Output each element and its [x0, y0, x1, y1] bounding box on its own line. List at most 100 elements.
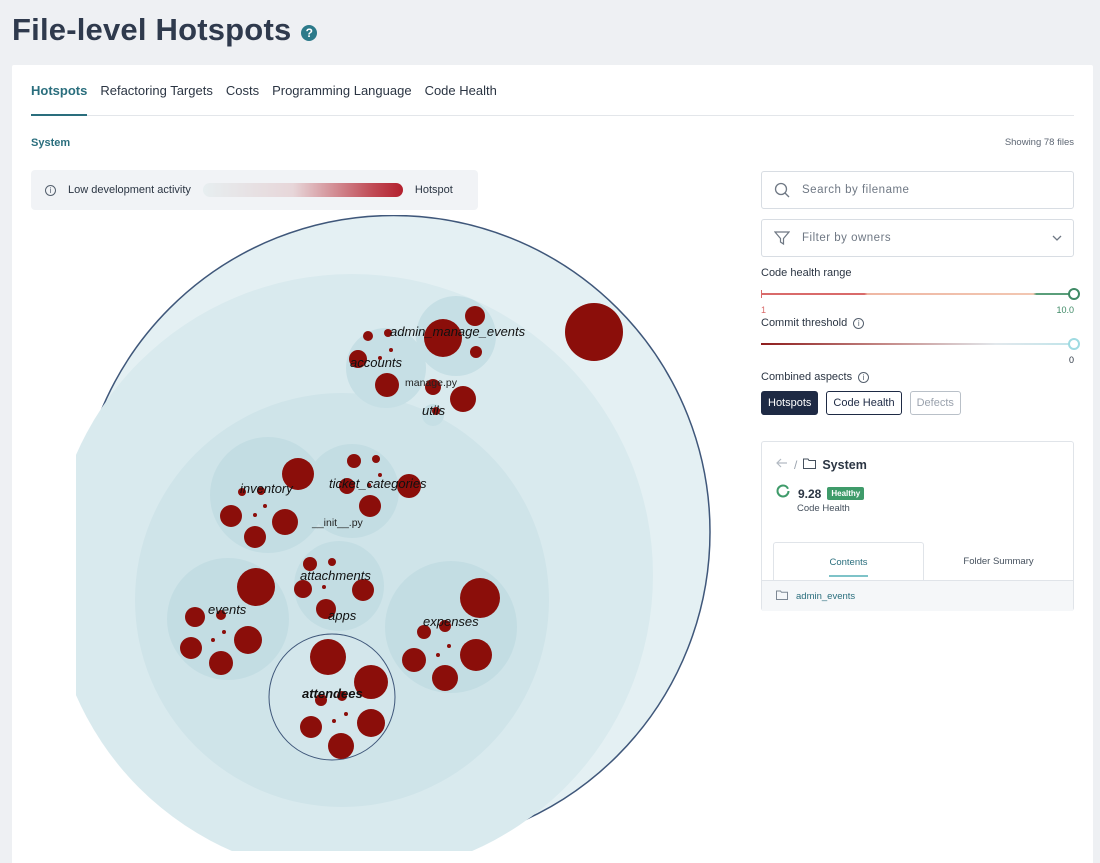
hotspot-file[interactable]: [234, 626, 262, 654]
tab-costs[interactable]: Costs: [226, 65, 259, 116]
hotspot-file[interactable]: [470, 346, 482, 358]
hotspot-file[interactable]: [322, 585, 326, 589]
folder-label: expenses: [423, 614, 479, 629]
folder-label: attendees: [302, 686, 363, 701]
range-max-handle[interactable]: [1068, 288, 1080, 300]
hotspot-file[interactable]: [363, 331, 373, 341]
tab-contents[interactable]: Contents: [773, 542, 924, 580]
breadcrumb-system[interactable]: System: [31, 137, 70, 149]
breadcrumb-separator: /: [794, 457, 798, 472]
code-health-range-slider[interactable]: 1 10.0: [761, 285, 1080, 315]
tab-code-health[interactable]: Code Health: [425, 65, 497, 116]
hotspot-file[interactable]: [436, 653, 440, 657]
code-health-score: 9.28 Healthy: [776, 484, 865, 503]
hotspot-file[interactable]: [185, 607, 205, 627]
hotspot-file[interactable]: [253, 513, 257, 517]
hotspot-file[interactable]: [447, 644, 451, 648]
commit-threshold-text: Commit threshold: [761, 317, 848, 329]
page-title-text: File-level Hotspots: [12, 12, 292, 47]
help-icon[interactable]: ?: [301, 25, 318, 41]
tab-refactoring-targets[interactable]: Refactoring Targets: [100, 65, 213, 116]
folder-label: accounts: [350, 355, 403, 370]
hotspot-file[interactable]: [328, 558, 336, 566]
status-badge: Healthy: [827, 487, 865, 500]
folder-label: ticket_categories: [329, 476, 427, 491]
owners-filter[interactable]: Filter by owners: [761, 219, 1074, 257]
info-icon[interactable]: i: [45, 184, 56, 196]
code-health-range-text: Code health range: [761, 267, 852, 279]
hotspot-file[interactable]: [211, 638, 215, 642]
hotspot-file[interactable]: [237, 568, 275, 606]
filter-panel: Search by filename Filter by owners Code…: [761, 171, 1080, 611]
combined-aspects-label: Combined aspects i: [761, 371, 1074, 383]
back-arrow-icon[interactable]: [776, 457, 788, 472]
card-tabs: Contents Folder Summary: [773, 542, 1073, 580]
commit-threshold-label: Commit threshold i: [761, 317, 1074, 329]
legend-low-label: Low development activity: [68, 184, 191, 196]
hotspot-file[interactable]: [300, 716, 322, 738]
hotspot-file[interactable]: [310, 639, 346, 675]
hotspot-file[interactable]: [460, 578, 500, 618]
aspect-hotspots-button[interactable]: Hotspots: [761, 391, 819, 415]
hotspot-file[interactable]: [209, 651, 233, 675]
file-label: manage.py: [405, 377, 458, 389]
hotspot-file[interactable]: [465, 306, 485, 326]
hotspot-file[interactable]: [402, 648, 426, 672]
folder-label: utils: [422, 403, 446, 418]
folder-label: attachments: [300, 568, 371, 583]
hotspot-file[interactable]: [565, 303, 623, 361]
hotspot-file[interactable]: [180, 637, 202, 659]
chevron-down-icon[interactable]: [1051, 232, 1063, 247]
commit-threshold-track[interactable]: [761, 343, 1074, 345]
hotspot-file[interactable]: [347, 454, 361, 468]
hotspot-file[interactable]: [328, 733, 354, 759]
file-label: __init__.py: [311, 517, 364, 529]
code-health-track[interactable]: [761, 293, 1074, 295]
tab-folder-summary-label: Folder Summary: [963, 556, 1034, 567]
folder-label: admin_manage_events: [390, 324, 526, 339]
combined-aspects-toggles: Hotspots Code Health Defects: [761, 391, 1074, 415]
hotspot-file[interactable]: [460, 639, 492, 671]
tab-programming-language[interactable]: Programming Language: [272, 65, 411, 116]
hotspot-file[interactable]: [244, 526, 266, 548]
folder-name: admin_events: [796, 590, 856, 602]
hotspot-file[interactable]: [222, 630, 226, 634]
search-placeholder: Search by filename: [802, 184, 910, 196]
info-icon[interactable]: i: [853, 317, 865, 329]
commit-threshold-value: 0: [1068, 355, 1074, 365]
hotspot-file[interactable]: [389, 348, 393, 352]
health-ring-icon: [776, 484, 790, 503]
range-max-value: 10.0: [1056, 305, 1074, 315]
code-health-caption: Code Health: [797, 503, 850, 514]
hotspot-file[interactable]: [450, 386, 476, 412]
hotspot-file[interactable]: [375, 373, 399, 397]
filter-icon: [762, 230, 802, 246]
tab-contents-label: Contents: [829, 557, 868, 577]
system-summary-card: / System 9.28 Healthy Code Health Conten…: [761, 441, 1074, 611]
hotspot-file[interactable]: [344, 712, 348, 716]
hotspot-circle-pack[interactable]: admin_manage_events accounts utils inven…: [76, 215, 711, 851]
legend-gradient: [202, 183, 403, 197]
activity-legend: i Low development activity Hotspot: [31, 170, 478, 210]
aspect-code-health-button[interactable]: Code Health: [826, 391, 902, 415]
commit-threshold-slider[interactable]: 0: [761, 335, 1080, 365]
folder-icon: [776, 590, 788, 603]
info-icon[interactable]: i: [858, 371, 870, 383]
tab-hotspots[interactable]: Hotspots: [31, 65, 88, 116]
tab-folder-summary[interactable]: Folder Summary: [924, 542, 1073, 580]
hotspot-file[interactable]: [332, 719, 336, 723]
range-min-handle[interactable]: [761, 290, 762, 298]
search-field[interactable]: Search by filename: [761, 171, 1074, 209]
hotspot-file[interactable]: [272, 509, 298, 535]
hotspot-file[interactable]: [220, 505, 242, 527]
list-item[interactable]: admin_events: [762, 580, 1073, 611]
hotspot-file[interactable]: [432, 665, 458, 691]
page-title: File-level Hotspots ?: [12, 12, 318, 48]
hotspot-file[interactable]: [357, 709, 385, 737]
hotspot-file[interactable]: [372, 455, 380, 463]
commit-threshold-handle[interactable]: [1068, 338, 1080, 350]
hotspot-file[interactable]: [359, 495, 381, 517]
hotspot-file[interactable]: [263, 504, 267, 508]
folder-icon: [803, 458, 817, 472]
aspect-defects-button[interactable]: Defects: [909, 391, 961, 415]
